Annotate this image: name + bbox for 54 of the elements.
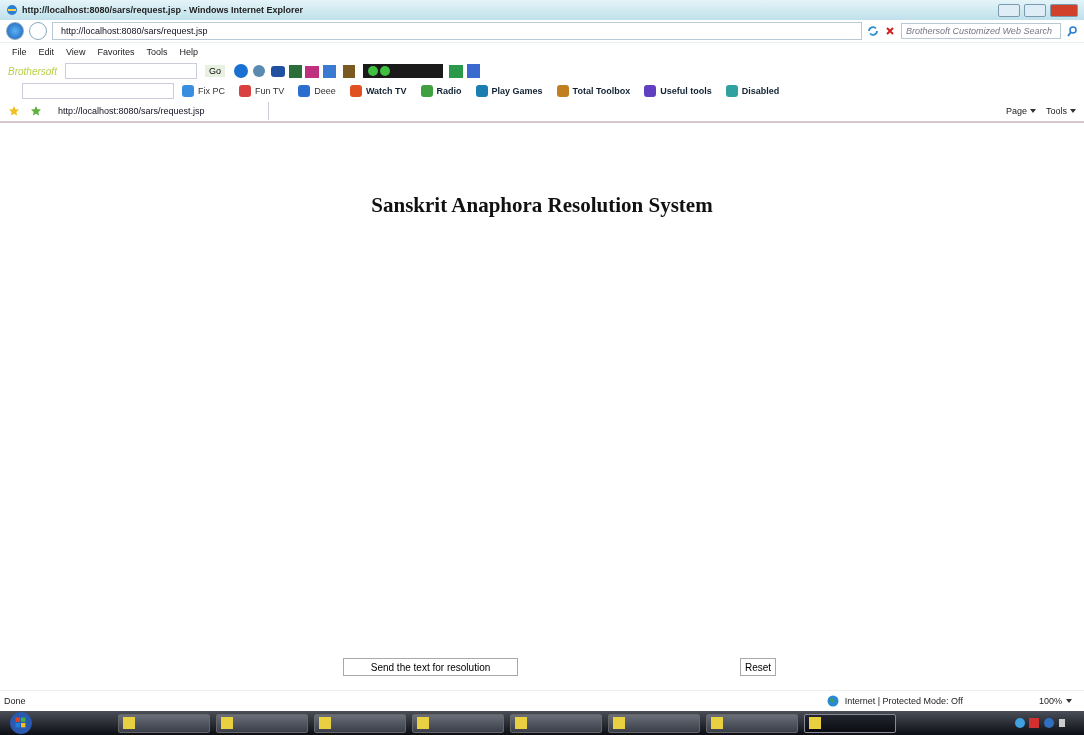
toolbar-button[interactable]: Total Toolbox <box>556 85 631 97</box>
form-button[interactable]: Reset <box>740 658 777 676</box>
taskbar-button[interactable] <box>510 713 602 733</box>
search-icon[interactable] <box>1066 25 1078 37</box>
taskbar-button[interactable] <box>804 713 896 733</box>
toolbar-button[interactable]: Disabled <box>725 85 780 97</box>
go-button[interactable]: Go <box>204 65 225 77</box>
taskbar-button[interactable] <box>608 713 700 733</box>
toolbar-button[interactable]: Deee <box>298 85 336 97</box>
command-button[interactable]: Page <box>1005 106 1036 116</box>
zoom-control[interactable]: 100% <box>1038 696 1072 706</box>
minimize-button[interactable] <box>998 3 1020 17</box>
taskbar-button[interactable] <box>706 713 798 733</box>
toolbar-button[interactable]: Radio <box>420 85 462 97</box>
stop-icon[interactable] <box>884 25 896 37</box>
taskbar-button[interactable] <box>118 713 210 733</box>
toolbar-button[interactable]: Fun TV <box>239 85 285 97</box>
search-field[interactable]: Brothersoft Customized Web Search <box>901 23 1061 39</box>
menu-item[interactable]: Favorites <box>97 47 135 57</box>
menu-item[interactable]: File <box>12 47 27 57</box>
taskbar-button[interactable] <box>216 713 308 733</box>
toolbar-button[interactable]: Watch TV <box>349 85 407 97</box>
brand-logo: Brothersoft <box>8 65 57 77</box>
browser-tab[interactable]: http://localhost:8080/sars/request.jsp <box>52 102 269 120</box>
toolbar-button[interactable]: Fix PC <box>182 85 225 97</box>
menu-item[interactable]: Edit <box>38 47 55 57</box>
caret-icon <box>1066 699 1072 703</box>
globe-icon <box>826 695 839 707</box>
favorites-star-icon[interactable] <box>8 105 20 117</box>
caret-icon <box>1030 109 1036 113</box>
window-title: http://localhost:8080/sars/request.jsp - Windows Internet Explorer <box>22 5 303 15</box>
menu-item[interactable]: View <box>66 47 86 57</box>
add-favorites-icon[interactable] <box>30 105 42 117</box>
caret-icon <box>1070 109 1076 113</box>
refresh-icon[interactable] <box>867 25 879 37</box>
menu-item[interactable]: Help <box>179 47 198 57</box>
maximize-button[interactable] <box>1024 3 1046 17</box>
status-text: Done <box>4 696 26 706</box>
close-button[interactable] <box>1050 3 1078 17</box>
form-button[interactable]: Send the text for resolution <box>343 658 518 676</box>
ie-icon <box>6 4 18 16</box>
menu-item[interactable]: Tools <box>146 47 168 57</box>
taskbar-button[interactable] <box>412 713 504 733</box>
page-heading: Sanskrit Anaphora Resolution System <box>371 193 713 218</box>
address-field[interactable]: http://localhost:8080/sars/request.jsp <box>52 22 862 40</box>
toolbar-search-field[interactable] <box>22 83 174 99</box>
toolbar-button[interactable]: Play Games <box>475 85 543 97</box>
taskbar-button[interactable] <box>314 713 406 733</box>
toolbar-button[interactable]: Useful tools <box>644 85 712 97</box>
forward-button[interactable] <box>29 22 47 40</box>
zone-text: Internet | Protected Mode: Off <box>844 696 963 706</box>
command-button[interactable]: Tools <box>1046 106 1076 116</box>
toolbar-search-field[interactable] <box>64 63 197 79</box>
back-button[interactable] <box>6 22 24 40</box>
